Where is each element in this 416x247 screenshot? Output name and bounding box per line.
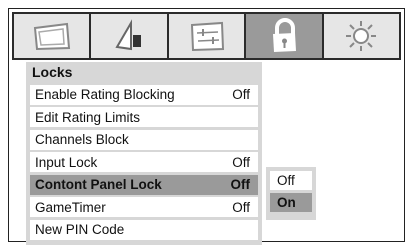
menu-item-label: Contont Panel Lock xyxy=(35,177,162,192)
menu-item-content-panel-lock[interactable]: Contont Panel Lock Off xyxy=(30,174,258,195)
locks-menu: Locks Enable Rating Blocking Off Edit Ra… xyxy=(26,62,262,245)
menu-item-new-pin-code[interactable]: New PIN Code xyxy=(30,219,258,240)
menu-item-value: Off xyxy=(230,177,251,192)
menu-item-edit-rating-limits[interactable]: Edit Rating Limits xyxy=(30,107,258,127)
menu-item-label: Input Lock xyxy=(35,154,98,170)
picture-icon xyxy=(33,22,70,51)
menu-item-gametimer[interactable]: GameTimer Off xyxy=(30,197,258,217)
tab-locks[interactable] xyxy=(246,14,322,58)
tab-picture[interactable] xyxy=(14,14,90,58)
menu-item-value: Off xyxy=(232,199,250,215)
lock-icon xyxy=(272,18,296,52)
menu-item-channels-block[interactable]: Channels Block xyxy=(30,129,258,150)
menu-item-value: Off xyxy=(232,87,250,102)
menu-item-label: GameTimer xyxy=(35,199,106,215)
option-submenu: Off On xyxy=(266,167,316,220)
menu-title: Locks xyxy=(32,64,73,80)
menu-item-enable-rating-blocking[interactable]: Enable Rating Blocking Off xyxy=(30,84,258,105)
menu-item-value: Off xyxy=(232,154,250,170)
menu-item-input-lock[interactable]: Input Lock Off xyxy=(30,152,258,172)
menu-item-label: Enable Rating Blocking xyxy=(35,87,175,102)
option-on[interactable]: On xyxy=(270,193,312,212)
tab-audio[interactable] xyxy=(91,14,167,58)
menu-tab-bar xyxy=(12,12,401,60)
menu-item-label: New PIN Code xyxy=(35,222,125,237)
audio-icon xyxy=(115,19,142,51)
sun-icon xyxy=(346,21,377,51)
settings-sliders-icon xyxy=(190,21,224,52)
tab-setup[interactable] xyxy=(168,14,245,58)
menu-item-label: Channels Block xyxy=(35,132,129,147)
tab-settings[interactable] xyxy=(323,14,400,58)
option-off[interactable]: Off xyxy=(270,171,312,190)
menu-item-label: Edit Rating Limits xyxy=(35,109,141,125)
